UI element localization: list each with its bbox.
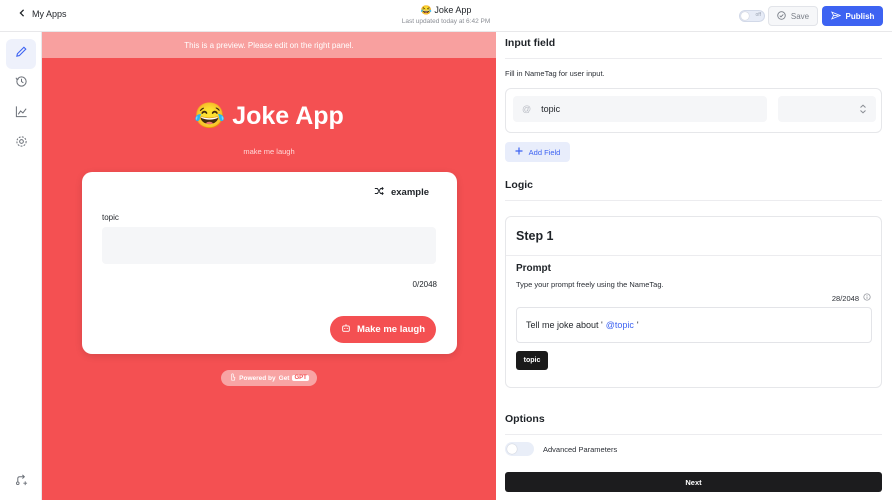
nametag-input[interactable]: @ topic <box>513 96 767 122</box>
publish-toggle[interactable]: off <box>739 10 765 22</box>
sidebar-item-analytics[interactable] <box>6 99 36 129</box>
logic-heading: Logic <box>505 179 533 191</box>
nametag-chip-topic[interactable]: topic <box>516 351 548 370</box>
sidebar-item-edit[interactable] <box>6 39 36 69</box>
sidebar-item-integrations[interactable] <box>6 467 36 497</box>
app-preview: This is a preview. Please edit on the ri… <box>42 32 496 500</box>
publish-button[interactable]: Publish <box>822 6 883 26</box>
input-field-row: @ topic <box>505 88 882 133</box>
history-icon <box>15 75 28 93</box>
topic-field-label: topic <box>102 213 119 222</box>
prompt-count-value: 28/2048 <box>831 293 859 303</box>
brand-gpt: GPT <box>292 375 309 381</box>
input-hint-text: Fill in NameTag for user input. <box>505 69 605 78</box>
hand-icon <box>229 373 236 383</box>
step-title: Step 1 <box>516 229 554 243</box>
next-button[interactable]: Next <box>505 472 882 492</box>
preview-subtitle: make me laugh <box>243 147 295 156</box>
save-label: Save <box>790 11 810 21</box>
prompt-nametag: @topic <box>605 320 634 330</box>
branch-icon <box>15 473 28 491</box>
prompt-text-before: Tell me joke about ' <box>526 320 603 330</box>
advanced-parameters-toggle[interactable] <box>505 442 534 456</box>
sidebar-item-history[interactable] <box>6 69 36 99</box>
prompt-char-count: 28/2048 <box>832 293 871 303</box>
gear-icon <box>15 135 28 153</box>
preview-form-card: example topic 0/2048 Make me laugh <box>82 172 457 354</box>
toggle-label: off <box>755 12 761 18</box>
divider <box>505 434 882 435</box>
input-field-heading: Input field <box>505 37 556 49</box>
topic-input[interactable] <box>102 227 436 264</box>
toggle-knob <box>507 444 517 454</box>
step-card: Step 1 Prompt Type your prompt freely us… <box>505 216 882 388</box>
powered-by-badge[interactable]: Powered by Get GPT <box>221 370 317 386</box>
editor-panel: Input field Fill in NameTag for user inp… <box>496 32 892 500</box>
toggle-knob <box>741 12 749 20</box>
divider <box>505 200 882 201</box>
check-circle-icon <box>777 10 786 22</box>
prompt-heading: Prompt <box>516 263 551 274</box>
left-sidebar <box>0 32 42 500</box>
shuffle-icon <box>374 186 384 199</box>
make-me-laugh-button[interactable]: Make me laugh <box>330 316 436 343</box>
save-button[interactable]: Save <box>768 6 818 26</box>
prompt-editor[interactable]: Tell me joke about ' @topic ' <box>516 307 872 343</box>
divider <box>505 58 882 59</box>
prompt-text-after: ' <box>636 320 639 330</box>
character-counter: 0/2048 <box>412 280 437 289</box>
chevron-updown-icon <box>860 104 866 114</box>
prompt-description: Type your prompt freely using the NameTa… <box>516 280 664 289</box>
options-heading: Options <box>505 413 545 425</box>
preview-banner: This is a preview. Please edit on the ri… <box>42 32 496 58</box>
divider <box>506 255 881 256</box>
field-type-select[interactable] <box>778 96 876 122</box>
chart-icon <box>15 105 28 123</box>
nametag-value: topic <box>541 104 561 114</box>
add-field-label: Add Field <box>528 147 561 157</box>
send-icon <box>830 10 841 22</box>
pencil-icon <box>15 45 28 63</box>
powered-by-text: Powered by <box>239 374 276 382</box>
plus-icon <box>515 147 523 157</box>
app-name: Joke App <box>434 5 472 15</box>
example-button[interactable]: example <box>374 186 429 199</box>
preview-title: 😂 Joke App <box>194 102 344 130</box>
app-emoji: 😂 <box>420 5 432 15</box>
example-label: example <box>390 187 429 198</box>
info-icon <box>863 293 871 303</box>
advanced-parameters-label: Advanced Parameters <box>543 445 618 454</box>
publish-label: Publish <box>845 11 875 21</box>
top-bar: My Apps 😂 Joke App Last updated today at… <box>0 0 892 32</box>
add-field-button[interactable]: Add Field <box>505 142 570 162</box>
brand-get: Get <box>278 374 290 382</box>
robot-icon <box>341 323 351 336</box>
at-icon: @ <box>522 104 532 114</box>
sidebar-item-settings[interactable] <box>6 129 36 159</box>
make-me-laugh-label: Make me laugh <box>356 324 426 335</box>
